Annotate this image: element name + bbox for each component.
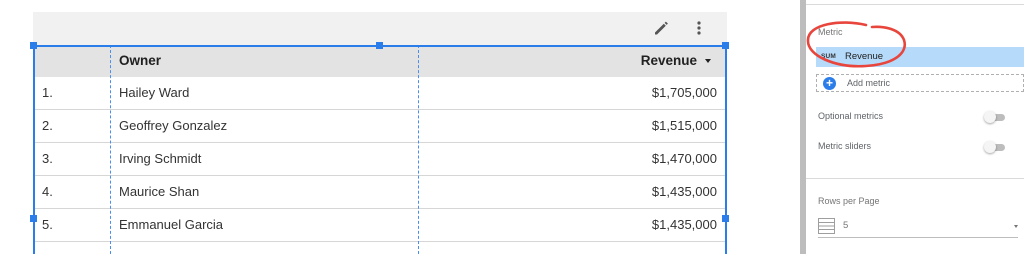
revenue-cell: $1,705,000 [651, 85, 717, 100]
table-header: Owner Revenue [33, 45, 727, 77]
optional-metrics-label: Optional metrics [818, 111, 884, 121]
properties-panel: Metric SUM Revenue + Add metric Optional… [806, 0, 1024, 254]
table-row[interactable]: 4. Maurice Shan $1,435,000 [33, 176, 727, 209]
table-row[interactable]: 1. Hailey Ward $1,705,000 [33, 77, 727, 110]
row-index: 3. [42, 151, 53, 166]
more-vert-icon [697, 21, 701, 35]
resize-handle-top-left[interactable] [30, 42, 37, 49]
row-index: 2. [42, 118, 53, 133]
table-row[interactable]: 5. Emmanuel Garcia $1,435,000 [33, 209, 727, 242]
table-row[interactable]: 3. Irving Schmidt $1,470,000 [33, 143, 727, 176]
revenue-cell: $1,470,000 [651, 151, 717, 166]
owner-cell: Maurice Shan [119, 184, 200, 199]
owner-cell: Irving Schmidt [119, 151, 202, 166]
panel-top-border [806, 0, 1024, 5]
add-circle-icon: + [823, 77, 836, 90]
sort-descending-icon[interactable] [705, 59, 711, 63]
resize-handle-middle-left[interactable] [30, 215, 37, 222]
selection-border-right [725, 45, 727, 254]
table-rows-icon [818, 218, 835, 234]
selection-border-left [33, 45, 35, 254]
rows-per-page-value: 5 [843, 220, 849, 231]
column-header-owner[interactable]: Owner [119, 45, 161, 77]
more-options-button[interactable] [687, 16, 711, 40]
resize-handle-top-right[interactable] [722, 42, 729, 49]
row-index: 1. [42, 85, 53, 100]
chart-toolbar [33, 12, 727, 45]
table-chart[interactable]: Owner Revenue 1. Hailey Ward $1,705,000 … [33, 45, 727, 254]
metric-sliders-toggle[interactable] [984, 141, 1006, 153]
metric-sliders-label: Metric sliders [818, 141, 872, 151]
column-resize-guide[interactable] [110, 45, 111, 254]
metric-name: Revenue [845, 51, 884, 62]
owner-cell: Hailey Ward [119, 85, 190, 100]
add-metric-button[interactable]: + Add metric [816, 74, 1024, 92]
dropdown-caret-icon [1014, 225, 1018, 228]
toggle-knob [984, 141, 996, 153]
add-metric-label: Add metric [847, 78, 891, 88]
owner-cell: Emmanuel Garcia [119, 217, 224, 232]
column-resize-guide[interactable] [418, 45, 419, 254]
pencil-icon [655, 21, 668, 35]
section-divider [806, 178, 1024, 179]
optional-metrics-toggle[interactable] [984, 111, 1006, 123]
table-row[interactable]: 2. Geoffrey Gonzalez $1,515,000 [33, 110, 727, 143]
revenue-cell: $1,515,000 [651, 118, 717, 133]
row-index: 5. [42, 217, 53, 232]
edit-button[interactable] [649, 16, 673, 40]
metric-section-label: Metric [818, 27, 843, 37]
revenue-cell: $1,435,000 [651, 184, 717, 199]
column-header-revenue[interactable]: Revenue [641, 45, 697, 77]
resize-handle-middle-right[interactable] [722, 215, 729, 222]
rows-per-page-label: Rows per Page [818, 196, 880, 206]
toggle-knob [984, 111, 996, 123]
rows-per-page-select[interactable]: 5 [818, 216, 1018, 238]
metric-chip-revenue[interactable]: SUM Revenue [816, 47, 1024, 67]
revenue-cell: $1,435,000 [651, 217, 717, 232]
owner-cell: Geoffrey Gonzalez [119, 118, 228, 133]
report-editor: Owner Revenue 1. Hailey Ward $1,705,000 … [0, 0, 1024, 254]
row-index: 4. [42, 184, 53, 199]
resize-handle-top-center[interactable] [376, 42, 383, 49]
aggregation-badge[interactable]: SUM [821, 53, 836, 60]
